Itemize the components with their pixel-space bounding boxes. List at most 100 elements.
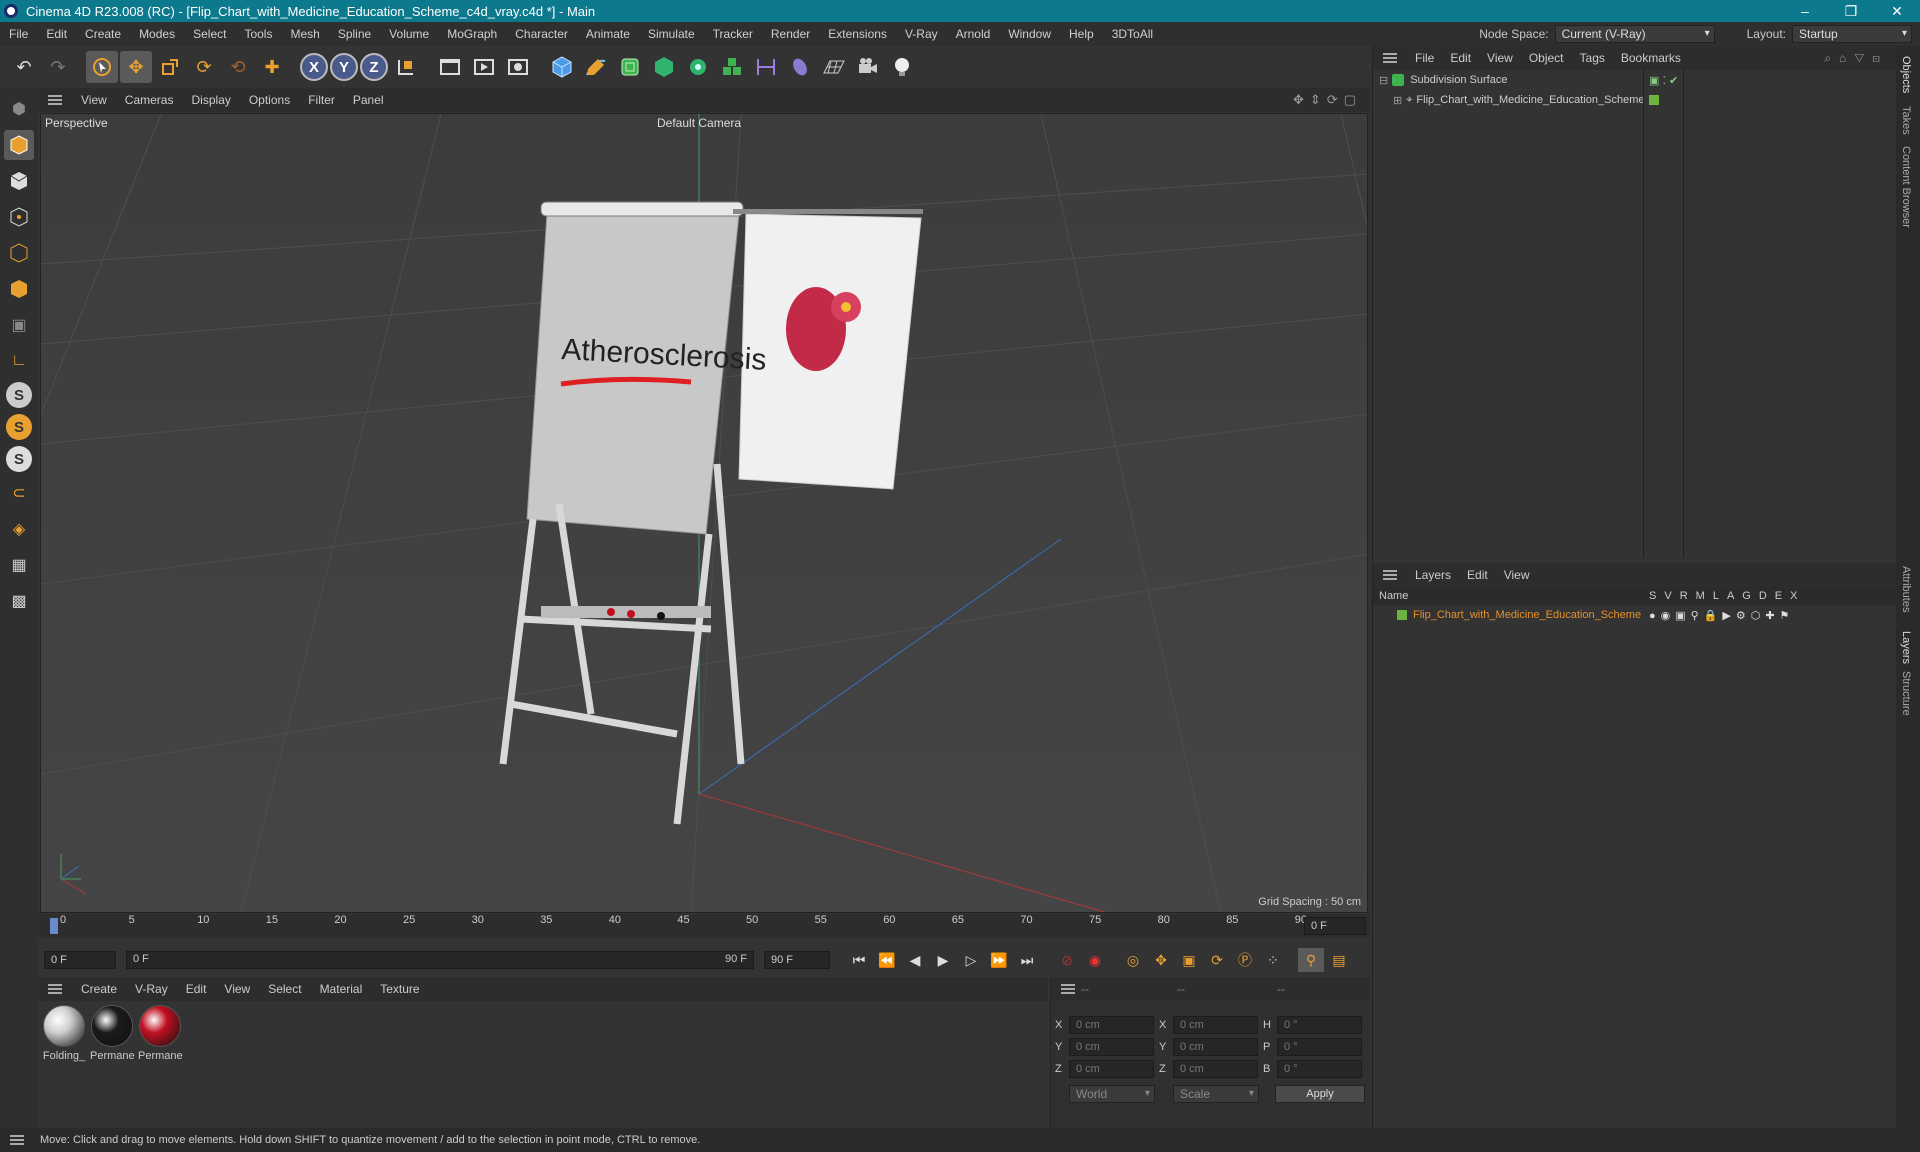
- tab-takes[interactable]: Takes: [1900, 106, 1912, 135]
- timeline-current-frame-field[interactable]: 0 F: [1304, 917, 1366, 935]
- recent-tool-icon[interactable]: ⟲: [222, 51, 254, 83]
- record-keys-icon[interactable]: ⊘: [1054, 948, 1080, 972]
- obj-menu-bookmarks[interactable]: Bookmarks: [1613, 51, 1689, 65]
- menu-character[interactable]: Character: [506, 27, 577, 41]
- menu-create[interactable]: Create: [76, 27, 130, 41]
- viewport-navigation-icons[interactable]: ✥⇕⟳▢: [1293, 92, 1362, 108]
- menu-select[interactable]: Select: [184, 27, 235, 41]
- material-swatch[interactable]: Permane: [138, 1005, 183, 1062]
- viewport-hamburger-icon[interactable]: [48, 95, 62, 105]
- layer-name[interactable]: Flip_Chart_with_Medicine_Education_Schem…: [1413, 609, 1641, 621]
- layer-color-swatch[interactable]: [1397, 610, 1407, 620]
- menu-file[interactable]: File: [0, 27, 37, 41]
- texture-mode-icon[interactable]: [4, 166, 34, 196]
- menu-extensions[interactable]: Extensions: [819, 27, 896, 41]
- menu-render[interactable]: Render: [762, 27, 819, 41]
- size-y-field[interactable]: 0 cm: [1173, 1038, 1258, 1056]
- point-mode-icon[interactable]: [4, 202, 34, 232]
- viewport-menu-display[interactable]: Display: [182, 93, 239, 107]
- obj-menu-object[interactable]: Object: [1521, 51, 1572, 65]
- layer-flag-column[interactable]: X: [1790, 590, 1797, 602]
- close-icon[interactable]: ✕: [1874, 0, 1920, 22]
- timeline-window-icon[interactable]: ▤: [1326, 948, 1352, 972]
- pos-z-field[interactable]: 0 cm: [1069, 1060, 1154, 1078]
- tab-attributes[interactable]: Attributes: [1900, 566, 1912, 612]
- layer-flag-column[interactable]: S: [1649, 590, 1656, 602]
- menu-help[interactable]: Help: [1060, 27, 1103, 41]
- autokey-icon[interactable]: ◉: [1082, 948, 1108, 972]
- pos-y-field[interactable]: 0 cm: [1069, 1038, 1154, 1056]
- material-swatch[interactable]: Permane: [90, 1005, 135, 1062]
- tab-content-browser[interactable]: Content Browser: [1900, 146, 1912, 228]
- layer-flag-column[interactable]: E: [1775, 590, 1782, 602]
- mat-menu-vray[interactable]: V-Ray: [126, 982, 177, 996]
- rotate-tool-icon[interactable]: ⟳: [188, 51, 220, 83]
- object-name[interactable]: Subdivision Surface: [1410, 74, 1507, 86]
- y-axis-lock-icon[interactable]: Y: [330, 53, 358, 81]
- menu-tracker[interactable]: Tracker: [704, 27, 762, 41]
- next-frame-icon[interactable]: ▷: [958, 948, 984, 972]
- layer-flag-column[interactable]: R: [1680, 590, 1688, 602]
- deformer-icon[interactable]: [750, 51, 782, 83]
- uv-mode-icon[interactable]: ▣: [4, 310, 34, 340]
- environment-icon[interactable]: [784, 51, 816, 83]
- object-search-icons[interactable]: ⌕⌂▽⊡: [1824, 51, 1888, 66]
- menu-window[interactable]: Window: [999, 27, 1060, 41]
- goto-end-icon[interactable]: ⏭: [1014, 948, 1040, 972]
- floor-icon[interactable]: [818, 51, 850, 83]
- edge-mode-icon[interactable]: [4, 238, 34, 268]
- minimize-icon[interactable]: –: [1782, 0, 1828, 22]
- cube-icon[interactable]: [546, 51, 578, 83]
- menu-spline[interactable]: Spline: [329, 27, 380, 41]
- coord-system-dropdown[interactable]: World: [1069, 1085, 1155, 1103]
- workplane-icon[interactable]: ◈: [4, 514, 34, 544]
- visibility-check-icon[interactable]: ▣ ⁚ ✔: [1649, 74, 1678, 87]
- point-level-key-icon[interactable]: ⁘: [1260, 948, 1286, 972]
- layer-menu-view[interactable]: View: [1496, 568, 1538, 582]
- status-hamburger-icon[interactable]: [10, 1135, 24, 1145]
- menu-simulate[interactable]: Simulate: [639, 27, 704, 41]
- redo-icon[interactable]: ↷: [42, 51, 74, 83]
- planar-workplane-icon[interactable]: ▩: [4, 586, 34, 616]
- restore-icon[interactable]: ❐: [1828, 0, 1874, 22]
- rot-p-field[interactable]: 0 °: [1277, 1038, 1362, 1056]
- mat-menu-texture[interactable]: Texture: [371, 982, 428, 996]
- obj-menu-tags[interactable]: Tags: [1572, 51, 1613, 65]
- scale-tool-icon[interactable]: [154, 51, 186, 83]
- menu-tools[interactable]: Tools: [235, 27, 281, 41]
- layer-flag-column[interactable]: V: [1664, 590, 1671, 602]
- extrude-icon[interactable]: [648, 51, 680, 83]
- motion-system-icon[interactable]: ⚲: [1298, 948, 1324, 972]
- rot-b-field[interactable]: 0 °: [1277, 1060, 1362, 1078]
- layer-hamburger-icon[interactable]: [1383, 570, 1397, 580]
- 3d-viewport[interactable]: Atherosclerosis Perspective Default Came…: [40, 113, 1368, 913]
- tab-structure[interactable]: Structure: [1900, 671, 1912, 716]
- menu-edit[interactable]: Edit: [37, 27, 76, 41]
- live-selection-icon[interactable]: [86, 51, 118, 83]
- menu-modes[interactable]: Modes: [130, 27, 184, 41]
- mat-menu-select[interactable]: Select: [259, 982, 310, 996]
- obj-menu-edit[interactable]: Edit: [1442, 51, 1479, 65]
- layer-flag-icons[interactable]: ●◉▣⚲🔒▶⚙⬡✚⚑: [1649, 609, 1794, 622]
- layer-flag-column[interactable]: A: [1727, 590, 1734, 602]
- preview-range-slider[interactable]: 0 F 90 F: [126, 951, 754, 969]
- layer-flag-column[interactable]: M: [1696, 590, 1705, 602]
- z-axis-lock-icon[interactable]: Z: [360, 53, 388, 81]
- next-key-icon[interactable]: ⏩: [986, 948, 1012, 972]
- goto-start-icon[interactable]: ⏮: [846, 948, 872, 972]
- viewport-menu-filter[interactable]: Filter: [299, 93, 344, 107]
- end-frame-field[interactable]: 90 F: [764, 951, 830, 969]
- coordinate-tool-icon[interactable]: ✚: [256, 51, 288, 83]
- object-hamburger-icon[interactable]: [1383, 53, 1397, 63]
- workplane-snap-s-icon[interactable]: S: [6, 446, 32, 472]
- subdivision-surface-icon[interactable]: [614, 51, 646, 83]
- size-z-field[interactable]: 0 cm: [1173, 1060, 1258, 1078]
- layer-flag-column[interactable]: L: [1713, 590, 1719, 602]
- layer-flag-column[interactable]: G: [1742, 590, 1751, 602]
- viewport-menu-options[interactable]: Options: [240, 93, 299, 107]
- model-mode-icon[interactable]: [4, 130, 34, 160]
- node-space-dropdown[interactable]: Current (V-Ray): [1554, 25, 1715, 43]
- menu-animate[interactable]: Animate: [577, 27, 639, 41]
- polygon-mode-icon[interactable]: [4, 274, 34, 304]
- prev-frame-icon[interactable]: ◀: [902, 948, 928, 972]
